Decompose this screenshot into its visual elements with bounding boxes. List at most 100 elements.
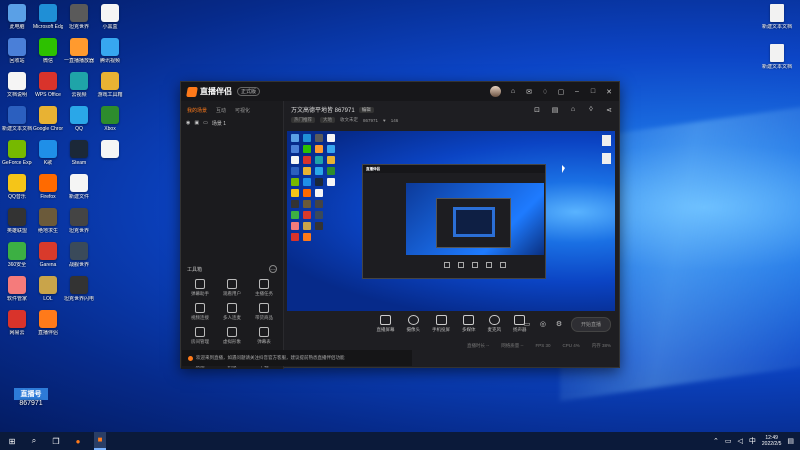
title-bar[interactable]: 直播伴侣 正式版 ⌂ ✉ ♢ ▢ – □ ✕ — [181, 82, 619, 101]
desktop-icon — [64, 308, 94, 342]
desktop-icon[interactable]: 坦克世界 — [64, 2, 94, 36]
desktop-icon[interactable]: 战舰世界 — [64, 240, 94, 274]
desktop-icon[interactable]: Xbox — [95, 104, 125, 138]
input-language[interactable]: 中 — [749, 436, 756, 446]
tool-item[interactable]: 弹幕表 — [248, 327, 280, 345]
desktop-icon-text-file-1[interactable]: 新建文本文档 — [760, 2, 794, 36]
preview-icon — [291, 222, 299, 230]
desktop-icon[interactable]: 绝地求生 — [33, 206, 63, 240]
desktop-icon[interactable]: QQ — [64, 104, 94, 138]
desktop-icon[interactable]: 此电脑 — [2, 2, 32, 36]
desktop-icon[interactable]: Steam — [64, 138, 94, 172]
desktop-icon[interactable]: 游戏工具箱 — [95, 70, 125, 104]
live-companion-taskbar-icon[interactable]: ■ — [94, 432, 106, 450]
desktop-icon[interactable]: 360安全 — [2, 240, 32, 274]
eye-icon[interactable]: ◉ — [186, 120, 190, 127]
desktop-icon[interactable]: 腾讯视频 — [95, 36, 125, 70]
tool-item[interactable]: 房间管理 — [184, 327, 216, 345]
lock-icon[interactable]: ▢ — [557, 88, 565, 96]
preview-icon — [327, 134, 335, 142]
search-icon[interactable]: ⌕ — [28, 436, 40, 446]
bell-icon[interactable]: ♢ — [541, 88, 549, 96]
tab-interaction[interactable]: 互动 — [216, 107, 226, 114]
desktop-icon[interactable]: 微信 — [33, 36, 63, 70]
desktop-icon[interactable]: 新建文本文档 — [2, 104, 32, 138]
desktop-icon[interactable]: Google Chrome — [33, 104, 63, 138]
desktop-icon[interactable]: 软件管家 — [2, 274, 32, 308]
desktop-icon[interactable]: GeForce Experience — [2, 138, 32, 172]
desktop-icon[interactable]: 英雄联盟 — [2, 206, 32, 240]
desktop-icon[interactable]: 一直播播放器 — [64, 36, 94, 70]
volume-icon[interactable]: ◁ — [738, 437, 743, 445]
app-logo: 直播伴侣 — [186, 86, 232, 97]
title-icons: ⌂ ✉ ♢ ▢ – □ ✕ — [490, 86, 613, 97]
desktop-icon[interactable]: Microsoft Edge — [33, 2, 63, 36]
shirt-icon[interactable]: ⌂ — [569, 106, 577, 114]
tab-scenes[interactable]: 我的场景 — [187, 107, 207, 114]
message-icon[interactable]: ✉ — [525, 88, 533, 96]
save-icon[interactable]: ▤ — [551, 106, 559, 114]
windows-start-icon[interactable]: ⊞ — [6, 437, 18, 446]
desktop-icon[interactable]: 回收站 — [2, 36, 32, 70]
desktop-icon-text-file-2[interactable]: 新建文本文档 (2) — [760, 42, 794, 76]
gift-icon[interactable]: ⊡ — [533, 106, 541, 114]
minimize-icon[interactable]: – — [573, 88, 581, 95]
settings-icon[interactable]: ⚙ — [555, 320, 563, 328]
tab-visual[interactable]: 可视化 — [235, 107, 250, 114]
desktop-icon[interactable]: Garena — [33, 240, 63, 274]
nested-control-icon — [444, 262, 450, 268]
bell-icon[interactable]: ◊ — [587, 106, 595, 114]
record-icon[interactable]: ▭ — [523, 320, 531, 328]
desktop-icon[interactable]: 小黑盒 — [95, 2, 125, 36]
desktop-icon[interactable]: 网易云 — [2, 308, 32, 342]
desktop-icon[interactable]: 文档说明 — [2, 70, 32, 104]
chevron-up-icon[interactable]: ⌃ — [713, 437, 719, 445]
tool-label: 弹幕助手 — [191, 291, 209, 296]
network-icon[interactable]: ▭ — [725, 437, 732, 445]
desktop-icon[interactable]: QQ音乐 — [2, 172, 32, 206]
app-icon — [101, 276, 119, 294]
edit-button[interactable]: 编辑 — [358, 106, 374, 113]
media-button[interactable]: 多媒体 — [462, 315, 476, 333]
desktop-icon[interactable]: 新建文件 — [64, 172, 94, 206]
desktop-icon[interactable]: LOL — [33, 274, 63, 308]
desktop-icon[interactable]: K歌 — [33, 138, 63, 172]
task-view-icon[interactable]: ❐ — [50, 437, 62, 446]
notification-icon[interactable]: ▤ — [787, 437, 794, 445]
monitor-icon — [380, 315, 391, 325]
share-icon[interactable]: ⋖ — [605, 106, 613, 114]
maximize-icon[interactable]: □ — [589, 88, 597, 95]
firefox-icon[interactable]: ● — [72, 437, 84, 446]
toolbox-expand-icon[interactable]: … — [269, 265, 277, 273]
tool-item[interactable]: 弹幕助手 — [184, 279, 216, 297]
avatar[interactable] — [490, 86, 501, 97]
phone-cast-button[interactable]: 手机投屏 — [432, 315, 450, 333]
clock[interactable]: 12:49 2022/2/5 — [762, 435, 781, 447]
desktop-icon-label: Garena — [39, 262, 57, 268]
start-live-button[interactable]: 开始直播 — [570, 316, 611, 332]
desktop-icon[interactable]: 坦克世界 — [64, 206, 94, 240]
camera-button[interactable]: 摄像头 — [407, 315, 420, 333]
desktop-icon[interactable]: Firefox — [33, 172, 63, 206]
scene-item[interactable]: ◉ ▣ ▭ 场景 1 — [181, 118, 283, 129]
microphone-button[interactable]: 麦克风 — [488, 315, 501, 333]
tool-label: 房间管理 — [191, 339, 209, 344]
tool-item[interactable]: 视频连接 — [184, 303, 216, 321]
scene-name: 场景 1 — [211, 121, 227, 127]
tool-item[interactable]: 观看用户 — [216, 279, 248, 297]
lock-icon[interactable]: ▣ — [194, 120, 199, 127]
tool-item[interactable]: 多人连麦 — [216, 303, 248, 321]
shirt-icon[interactable]: ⌂ — [509, 88, 517, 95]
tool-item[interactable]: 虚拟形象 — [216, 327, 248, 345]
screen-share-button[interactable]: 直播屏幕 — [377, 315, 395, 333]
close-icon[interactable]: ✕ — [605, 88, 613, 96]
live-preview[interactable]: 直播伴侣 — [287, 131, 615, 311]
app-icon — [101, 242, 119, 260]
desktop-icon[interactable]: 云视频 — [64, 70, 94, 104]
tool-item[interactable]: 主播任务 — [248, 279, 280, 297]
tool-item[interactable]: 带货商品 — [248, 303, 280, 321]
desktop-icon[interactable]: 直播伴侣 — [33, 308, 63, 342]
desktop-icon[interactable]: 坦克世界闪电战 — [64, 274, 94, 308]
eye-icon[interactable]: ◎ — [539, 320, 547, 328]
desktop-icon[interactable]: WPS Office — [33, 70, 63, 104]
